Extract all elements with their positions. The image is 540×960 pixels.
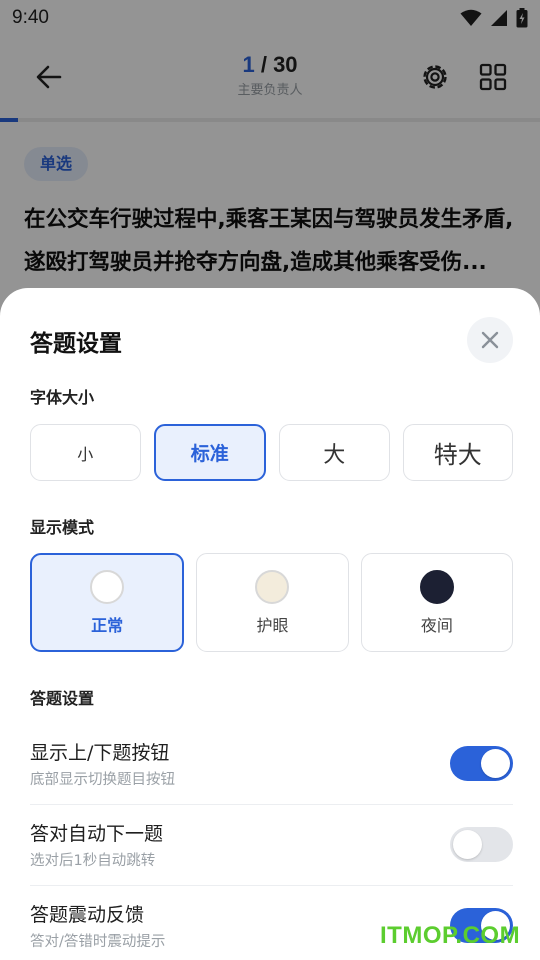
font-size-large[interactable]: 大 [279, 424, 390, 481]
display-mode-label: 显示模式 [30, 518, 95, 537]
font-size-xlarge[interactable]: 特大 [402, 424, 513, 481]
setting-title: 答对自动下一题 [30, 823, 164, 845]
font-size-standard-label: 标准 [190, 443, 229, 465]
setting-show-nav-buttons: 显示上/下题按钮 底部显示切换题目按钮 [30, 724, 513, 805]
font-size-small-label: 小 [77, 444, 94, 464]
setting-desc: 选对后1秒自动跳转 [30, 853, 156, 869]
font-size-standard[interactable]: 标准 [153, 424, 266, 481]
setting-auto-next: 答对自动下一题 选对后1秒自动跳转 [30, 805, 513, 886]
mode-normal[interactable]: 正常 [30, 553, 185, 652]
font-size-options: 小 标准 大 特大 [30, 424, 513, 481]
mode-eye-care-label: 护眼 [256, 615, 289, 635]
sheet-title: 答题设置 [30, 331, 122, 357]
font-size-small[interactable]: 小 [30, 424, 141, 481]
show-nav-buttons-toggle[interactable] [450, 746, 513, 781]
mode-night[interactable]: 夜间 [360, 553, 513, 652]
setting-desc: 答对/答错时震动提示 [30, 934, 166, 950]
toggle-knob [481, 749, 510, 778]
mode-night-swatch [419, 569, 454, 604]
toggle-knob [453, 830, 482, 859]
answer-settings-sheet: 答题设置 字体大小 小 标准 大 特大 显示模式 正常 护眼 夜间 答题设置 显… [0, 288, 540, 960]
font-size-xlarge-label: 特大 [433, 441, 482, 469]
mode-eye-care-swatch [255, 569, 290, 604]
display-mode-options: 正常 护眼 夜间 [30, 553, 513, 652]
mode-normal-swatch [90, 569, 125, 604]
mode-eye-care[interactable]: 护眼 [196, 553, 349, 652]
setting-title: 显示上/下题按钮 [30, 742, 170, 764]
setting-title: 答题震动反馈 [30, 904, 145, 926]
auto-next-toggle[interactable] [450, 827, 513, 862]
close-icon [481, 331, 499, 349]
setting-desc: 底部显示切换题目按钮 [30, 772, 175, 788]
mode-normal-label: 正常 [91, 615, 124, 635]
close-button[interactable] [467, 317, 513, 363]
font-size-label: 字体大小 [30, 388, 95, 407]
mode-night-label: 夜间 [420, 615, 453, 635]
answer-settings-label: 答题设置 [30, 689, 95, 708]
font-size-large-label: 大 [323, 442, 346, 468]
site-watermark: ITMOP.COM [380, 922, 521, 949]
